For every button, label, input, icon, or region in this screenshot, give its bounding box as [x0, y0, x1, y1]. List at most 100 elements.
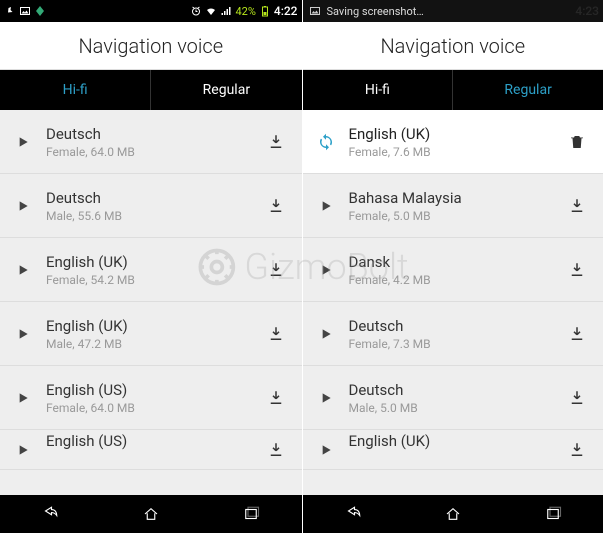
voice-language: English (US) — [46, 432, 250, 450]
voice-language: English (US) — [46, 381, 250, 399]
play-icon[interactable] — [317, 326, 335, 342]
software-buttons — [0, 495, 302, 533]
voice-meta: Male, 5.0 MB — [349, 401, 552, 415]
voice-language: Bahasa Malaysia — [349, 189, 552, 207]
voice-text: Bahasa Malaysia Female, 5.0 MB — [349, 189, 552, 223]
voice-text: Deutsch Male, 55.6 MB — [46, 189, 250, 223]
play-icon[interactable] — [14, 390, 32, 406]
voice-language: Deutsch — [349, 317, 552, 335]
download-button[interactable] — [264, 261, 288, 279]
voice-language: English (UK) — [46, 253, 250, 271]
recent-button[interactable] — [238, 504, 264, 524]
battery-icon — [259, 5, 271, 17]
software-buttons — [303, 495, 603, 533]
voice-text: English (UK) Female, 7.6 MB — [349, 125, 552, 159]
sync-icon[interactable] — [317, 132, 335, 152]
voice-text: English (UK) Female, 54.2 MB — [46, 253, 250, 287]
alarm-icon — [190, 5, 202, 17]
voice-meta: Female, 4.2 MB — [349, 273, 552, 287]
voice-language: English (UK) — [349, 432, 552, 450]
screenshot-banner: Saving screenshot… — [303, 0, 603, 22]
voice-row[interactable]: English (UK) Female, 54.2 MB — [0, 238, 302, 302]
voice-language: Deutsch — [349, 381, 552, 399]
play-icon[interactable] — [317, 442, 335, 458]
tab-regular[interactable]: Regular — [150, 70, 301, 110]
voice-text: Deutsch Female, 7.3 MB — [349, 317, 552, 351]
tab-hifi[interactable]: Hi-fi — [303, 70, 453, 110]
tabs: Hi-fi Regular — [0, 70, 302, 110]
voice-list: Deutsch Female, 64.0 MB Deutsch Male, 55.6 … — [0, 110, 302, 495]
voice-row[interactable]: English (UK)Male, 7.4 MB — [303, 430, 603, 470]
voice-meta: Female, 54.2 MB — [46, 273, 250, 287]
status-bar: 42% 4:22 — [0, 0, 302, 22]
voice-language: Deutsch — [46, 125, 250, 143]
download-button[interactable] — [565, 197, 589, 215]
battery-percent: 42% — [235, 5, 255, 18]
home-button[interactable] — [440, 504, 466, 524]
recent-button[interactable] — [540, 504, 566, 524]
voice-row[interactable]: English (US)Male, 58.7 MB — [0, 430, 302, 470]
voice-row[interactable]: Deutsch Male, 55.6 MB — [0, 174, 302, 238]
delete-button[interactable] — [565, 133, 589, 151]
play-icon[interactable] — [317, 198, 335, 214]
download-button[interactable] — [264, 133, 288, 151]
play-icon[interactable] — [14, 326, 32, 342]
download-button[interactable] — [565, 261, 589, 279]
app-icon — [34, 5, 46, 17]
play-icon[interactable] — [317, 262, 335, 278]
voice-language: English (UK) — [349, 125, 552, 143]
picture-icon — [19, 5, 31, 17]
download-button[interactable] — [565, 389, 589, 407]
voice-row[interactable]: English (UK) Female, 7.6 MB — [303, 110, 603, 174]
play-icon[interactable] — [14, 134, 32, 150]
pin-icon — [4, 5, 16, 17]
voice-meta: Female, 7.3 MB — [349, 337, 552, 351]
tabs: Hi-fi Regular — [303, 70, 603, 110]
voice-language: English (UK) — [46, 317, 250, 335]
play-icon[interactable] — [14, 442, 32, 458]
back-button[interactable] — [340, 504, 366, 524]
page-title: Navigation voice — [303, 22, 603, 70]
voice-meta: Male, 55.6 MB — [46, 209, 250, 223]
signal-icon — [220, 5, 232, 17]
download-button[interactable] — [565, 441, 589, 459]
voice-meta: Female, 5.0 MB — [349, 209, 552, 223]
voice-text: Deutsch Female, 64.0 MB — [46, 125, 250, 159]
play-icon[interactable] — [14, 198, 32, 214]
voice-row[interactable]: Bahasa Malaysia Female, 5.0 MB — [303, 174, 603, 238]
download-button[interactable] — [264, 325, 288, 343]
wifi-icon — [205, 5, 217, 17]
play-icon[interactable] — [14, 262, 32, 278]
page-title: Navigation voice — [0, 22, 302, 70]
play-icon[interactable] — [317, 390, 335, 406]
voice-row[interactable]: English (UK) Male, 47.2 MB — [0, 302, 302, 366]
clock: 4:22 — [274, 4, 298, 18]
voice-meta: Female, 64.0 MB — [46, 401, 250, 415]
voice-meta: Female, 64.0 MB — [46, 145, 250, 159]
voice-list: English (UK) Female, 7.6 MB Bahasa Malaysi… — [303, 110, 603, 495]
voice-row[interactable]: Dansk Female, 4.2 MB — [303, 238, 603, 302]
voice-row[interactable]: Deutsch Male, 5.0 MB — [303, 366, 603, 430]
voice-meta: Male, 47.2 MB — [46, 337, 250, 351]
tab-hifi[interactable]: Hi-fi — [0, 70, 150, 110]
download-button[interactable] — [264, 441, 288, 459]
tab-regular[interactable]: Regular — [452, 70, 603, 110]
voice-text: Deutsch Male, 5.0 MB — [349, 381, 552, 415]
phone-right: 4:23 Saving screenshot… Navigation voice… — [302, 0, 603, 533]
download-button[interactable] — [264, 389, 288, 407]
back-button[interactable] — [37, 504, 63, 524]
home-button[interactable] — [138, 504, 164, 524]
voice-language: Dansk — [349, 253, 552, 271]
download-button[interactable] — [565, 325, 589, 343]
voice-meta: Female, 7.6 MB — [349, 145, 552, 159]
voice-language: Deutsch — [46, 189, 250, 207]
phone-left: 42% 4:22 Navigation voice Hi-fi Regular … — [0, 0, 302, 533]
download-button[interactable] — [264, 197, 288, 215]
voice-row[interactable]: English (US) Female, 64.0 MB — [0, 366, 302, 430]
voice-row[interactable]: Deutsch Female, 64.0 MB — [0, 110, 302, 174]
voice-row[interactable]: Deutsch Female, 7.3 MB — [303, 302, 603, 366]
banner-text: Saving screenshot… — [327, 5, 424, 18]
voice-text: English (US) Female, 64.0 MB — [46, 381, 250, 415]
voice-text: Dansk Female, 4.2 MB — [349, 253, 552, 287]
voice-text: English (UK) Male, 47.2 MB — [46, 317, 250, 351]
